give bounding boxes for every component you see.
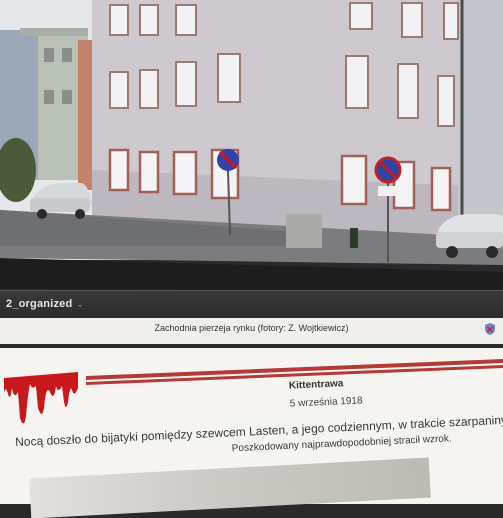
article-date: 5 września 1918	[289, 395, 363, 410]
caption-strip: Zachodnia pierzeja rynku (fotory: Z. Woj…	[0, 318, 503, 344]
shield-badge-icon[interactable]	[483, 322, 497, 336]
article-title: Kittentrawa	[288, 378, 344, 392]
photo-caption: Zachodnia pierzeja rynku (fotory: Z. Woj…	[154, 323, 349, 333]
toolbar: 2_organized ⌄	[0, 290, 503, 319]
folder-name-label: 2_organized	[6, 298, 73, 310]
folder-name[interactable]: 2_organized ⌄	[6, 298, 84, 310]
chevron-down-icon[interactable]: ⌄	[76, 299, 84, 309]
